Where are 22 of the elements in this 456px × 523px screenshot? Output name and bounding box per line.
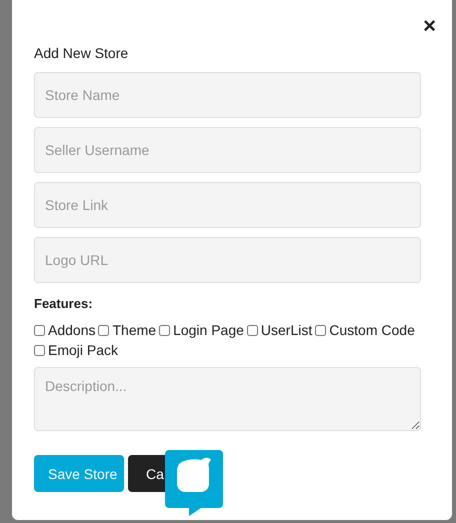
- checkbox[interactable]: [246, 325, 258, 336]
- modal-title: Add New Store: [34, 45, 130, 61]
- checkbox[interactable]: [34, 325, 45, 336]
- input-field[interactable]: Store Link: [34, 182, 421, 228]
- checkbox-label: UserList: [260, 322, 312, 338]
- cancel-button[interactable]: Ca: [128, 455, 165, 492]
- close-button[interactable]: ×: [423, 14, 436, 38]
- checkbox-label: Addons: [48, 322, 96, 338]
- checkbox-label: Custom Code: [329, 322, 415, 338]
- checkbox-label: Login Page: [173, 322, 244, 338]
- checkbox[interactable]: [98, 325, 110, 336]
- checkbox[interactable]: [34, 345, 45, 356]
- features-label: Features:: [34, 296, 94, 311]
- checkbox-label: Theme: [112, 322, 156, 338]
- description-field[interactable]: Description...: [34, 367, 421, 431]
- input-field[interactable]: Store Name: [34, 72, 421, 118]
- checkbox[interactable]: [315, 325, 326, 336]
- input-field[interactable]: Logo URL: [34, 237, 421, 283]
- input-field[interactable]: Seller Username: [34, 127, 421, 173]
- checkbox[interactable]: [159, 325, 170, 336]
- checkbox-label: Emoji Pack: [48, 342, 118, 358]
- chat-widget-icon[interactable]: [165, 450, 223, 516]
